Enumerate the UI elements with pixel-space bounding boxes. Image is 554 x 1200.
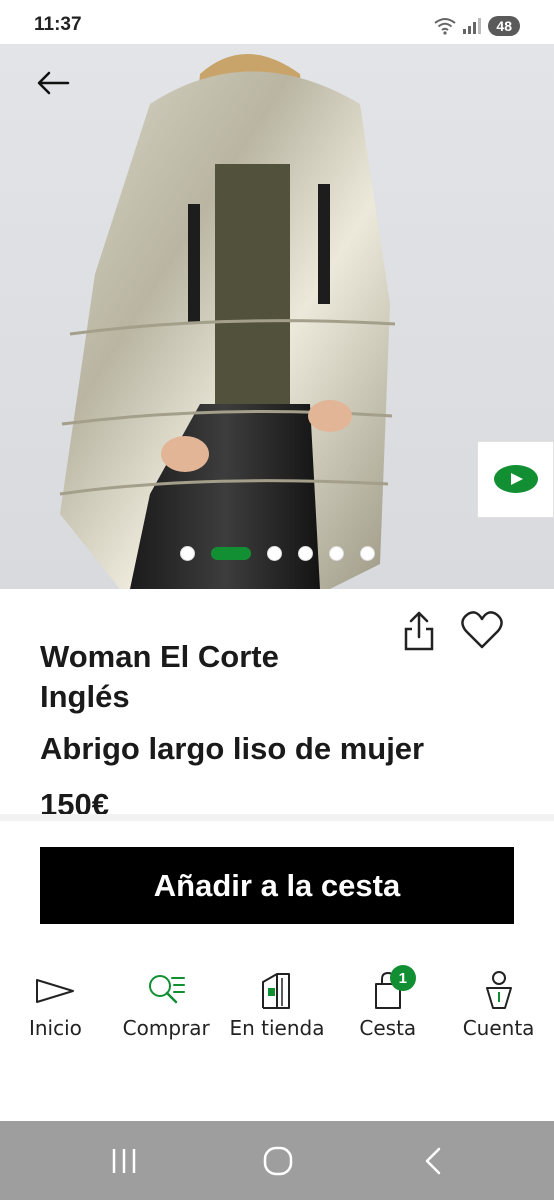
share-button[interactable]	[400, 609, 438, 653]
product-info: Woman El Corte Inglés Abrigo largo liso …	[0, 589, 554, 819]
chevron-left-icon	[425, 1147, 441, 1175]
wifi-icon	[434, 18, 457, 35]
product-title: Abrigo largo liso de mujer	[40, 731, 425, 766]
system-navigation-bar	[0, 1121, 554, 1200]
share-icon	[404, 611, 434, 651]
back-nav-button[interactable]	[414, 1141, 454, 1181]
nav-item-comprar[interactable]: Comprar	[111, 960, 222, 1050]
chat-bubble-icon	[493, 464, 538, 493]
recent-apps-icon	[112, 1149, 136, 1173]
carousel-dot-active[interactable]	[210, 547, 251, 560]
section-divider	[0, 814, 554, 821]
nav-label: Comprar	[122, 1016, 210, 1040]
back-button[interactable]	[34, 66, 74, 100]
home-triangle-icon	[33, 968, 77, 1012]
nav-item-cesta[interactable]: 1 Cesta	[332, 960, 443, 1050]
arrow-left-icon	[37, 71, 70, 95]
recent-apps-button[interactable]	[104, 1141, 144, 1181]
nav-item-inicio[interactable]: Inicio	[0, 960, 111, 1050]
product-image-carousel[interactable]	[0, 44, 554, 589]
signal-icon	[463, 18, 482, 34]
carousel-dot[interactable]	[297, 546, 313, 561]
nav-label: Cuenta	[462, 1016, 535, 1040]
nav-label: Cesta	[359, 1016, 417, 1040]
nav-item-en-tienda[interactable]: En tienda	[222, 960, 333, 1050]
carousel-dot[interactable]	[328, 546, 344, 561]
bottom-navigation: Inicio Comprar En tienda 1 Cesta Cuenta	[0, 960, 554, 1050]
add-to-cart-button[interactable]: Añadir a la cesta	[40, 847, 514, 924]
home-circle-icon	[263, 1146, 293, 1176]
heart-icon	[461, 611, 503, 649]
store-building-icon	[255, 968, 299, 1012]
status-time: 11:37	[34, 14, 82, 35]
carousel-dot[interactable]	[179, 546, 195, 561]
shopping-bag-icon: 1	[366, 965, 416, 1012]
carousel-indicators	[0, 546, 554, 561]
product-photo	[59, 54, 396, 589]
nav-label: En tienda	[229, 1016, 325, 1040]
favorite-button[interactable]	[460, 609, 504, 651]
chat-launcher-button[interactable]	[477, 441, 554, 518]
battery-indicator: 48	[488, 16, 520, 36]
nav-item-cuenta[interactable]: Cuenta	[443, 960, 554, 1050]
status-icons: 48	[434, 14, 520, 38]
status-bar: 11:37 48	[0, 0, 554, 44]
nav-label: Inicio	[28, 1016, 82, 1040]
carousel-dot[interactable]	[266, 546, 282, 561]
home-button[interactable]	[258, 1141, 298, 1181]
search-list-icon	[144, 968, 188, 1012]
cart-count-badge: 1	[389, 965, 416, 991]
carousel-dot[interactable]	[359, 546, 375, 561]
product-brand: Woman El Corte Inglés	[40, 639, 279, 714]
user-icon	[477, 968, 521, 1012]
